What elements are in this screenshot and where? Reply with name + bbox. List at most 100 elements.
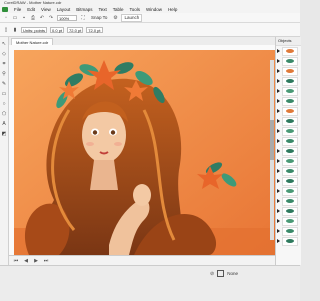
objects-list-item[interactable] — [276, 126, 301, 136]
redo-icon[interactable]: ↷ — [48, 15, 54, 21]
object-thumbnail — [282, 46, 298, 56]
expand-arrow-icon[interactable] — [277, 49, 280, 53]
undo-icon[interactable]: ↶ — [39, 15, 45, 21]
vertical-scrollbar[interactable] — [270, 60, 274, 240]
leaf-thumbnail-icon — [286, 158, 294, 163]
objects-list-item[interactable] — [276, 146, 301, 156]
expand-arrow-icon[interactable] — [277, 59, 280, 63]
leaf-thumbnail-icon — [286, 198, 294, 203]
freehand-tool-icon[interactable]: ✎ — [1, 81, 7, 87]
expand-arrow-icon[interactable] — [277, 219, 280, 223]
expand-arrow-icon[interactable] — [277, 139, 280, 143]
zoom-tool-icon[interactable]: ⚲ — [1, 71, 7, 77]
objects-list-item[interactable] — [276, 46, 301, 56]
objects-list-item[interactable] — [276, 176, 301, 186]
objects-list-item[interactable] — [276, 96, 301, 106]
menu-tools[interactable]: Tools — [130, 7, 141, 12]
leaf-thumbnail-icon — [286, 238, 294, 243]
zoom-level-field[interactable]: 100% — [57, 14, 77, 21]
menu-text[interactable]: Text — [99, 7, 107, 12]
menu-table[interactable]: Table — [113, 7, 124, 12]
objects-list-item[interactable] — [276, 196, 301, 206]
expand-arrow-icon[interactable] — [277, 69, 280, 73]
drawing-canvas[interactable] — [14, 50, 275, 255]
save-icon[interactable]: ▪ — [21, 15, 27, 21]
objects-list-item[interactable] — [276, 66, 301, 76]
next-page-icon[interactable]: ▶ — [33, 258, 39, 264]
launch-dropdown[interactable]: Launch — [121, 13, 143, 22]
expand-arrow-icon[interactable] — [277, 169, 280, 173]
object-thumbnail — [282, 66, 298, 76]
expand-arrow-icon[interactable] — [277, 189, 280, 193]
menu-bitmaps[interactable]: Bitmaps — [76, 7, 92, 12]
leaf-thumbnail-icon — [286, 118, 294, 123]
expand-arrow-icon[interactable] — [277, 79, 280, 83]
expand-arrow-icon[interactable] — [277, 129, 280, 133]
polygon-tool-icon[interactable]: ⬠ — [1, 111, 7, 117]
expand-arrow-icon[interactable] — [277, 109, 280, 113]
menu-help[interactable]: Help — [168, 7, 177, 12]
toolbox: ↖ ◇ ⌗ ⚲ ✎ ▭ ○ ⬠ A ◩ — [0, 37, 9, 290]
objects-list-item[interactable] — [276, 216, 301, 226]
pick-tool-icon[interactable]: ↖ — [1, 41, 7, 47]
prev-page-icon[interactable]: ◀ — [23, 258, 29, 264]
window-title: CorelDRAW - Mother Nature.cdr — [4, 0, 62, 5]
shape-tool-icon[interactable]: ◇ — [1, 51, 7, 57]
standard-toolbar: ▫ ▭ ▪ ⎙ ↶ ↷ 100% ⛶ Snap To ⚙ Launch — [0, 13, 300, 23]
objects-list-item[interactable] — [276, 106, 301, 116]
expand-arrow-icon[interactable] — [277, 99, 280, 103]
objects-list-item[interactable] — [276, 86, 301, 96]
ellipse-tool-icon[interactable]: ○ — [1, 101, 7, 107]
full-screen-icon[interactable]: ⛶ — [80, 15, 86, 21]
units-dropdown[interactable]: Units: points — [21, 26, 48, 33]
first-page-icon[interactable]: ⏮ — [13, 258, 19, 264]
leaf-thumbnail-icon — [286, 58, 294, 63]
artwork-illustration — [14, 50, 275, 255]
fill-tool-icon[interactable]: ◩ — [1, 131, 7, 137]
expand-arrow-icon[interactable] — [277, 119, 280, 123]
objects-list-item[interactable] — [276, 226, 301, 236]
objects-list-item[interactable] — [276, 116, 301, 126]
nudge-distance-field[interactable]: 72.0 pt — [67, 26, 84, 33]
expand-arrow-icon[interactable] — [277, 179, 280, 183]
scrollbar-thumb[interactable] — [270, 120, 274, 160]
object-thumbnail — [282, 126, 298, 136]
expand-arrow-icon[interactable] — [277, 229, 280, 233]
new-document-icon[interactable]: ▫ — [3, 15, 9, 21]
open-icon[interactable]: ▭ — [12, 15, 18, 21]
expand-arrow-icon[interactable] — [277, 199, 280, 203]
duplicate-distance-field[interactable]: 72.0 pt — [86, 26, 103, 33]
objects-list-item[interactable] — [276, 166, 301, 176]
rectangle-tool-icon[interactable]: ▭ — [1, 91, 7, 97]
menu-view[interactable]: View — [41, 7, 51, 12]
snap-to-dropdown[interactable]: Snap To — [89, 15, 109, 20]
text-tool-icon[interactable]: A — [1, 121, 7, 127]
menu-window[interactable]: Window — [146, 7, 162, 12]
menu-file[interactable]: File — [14, 7, 21, 12]
settings-icon[interactable]: ⚙ — [112, 15, 118, 21]
outline-width-field[interactable]: 0.0 pt — [50, 26, 65, 33]
expand-arrow-icon[interactable] — [277, 239, 280, 243]
menu-layout[interactable]: Layout — [57, 7, 71, 12]
objects-list-item[interactable] — [276, 186, 301, 196]
expand-arrow-icon[interactable] — [277, 89, 280, 93]
objects-list-item[interactable] — [276, 236, 301, 246]
object-thumbnail — [282, 146, 298, 156]
expand-arrow-icon[interactable] — [277, 209, 280, 213]
property-bar: ▯ ▮ Units: points 0.0 pt 72.0 pt 72.0 pt — [0, 23, 300, 37]
expand-arrow-icon[interactable] — [277, 149, 280, 153]
objects-list-item[interactable] — [276, 76, 301, 86]
expand-arrow-icon[interactable] — [277, 159, 280, 163]
objects-list-item[interactable] — [276, 56, 301, 66]
object-thumbnail — [282, 56, 298, 66]
portrait-icon[interactable]: ▮ — [12, 27, 18, 33]
last-page-icon[interactable]: ⏭ — [43, 258, 49, 264]
page-size-icon[interactable]: ▯ — [3, 27, 9, 33]
print-icon[interactable]: ⎙ — [30, 15, 36, 21]
objects-list-item[interactable] — [276, 156, 301, 166]
object-thumbnail — [282, 116, 298, 126]
objects-list-item[interactable] — [276, 206, 301, 216]
crop-tool-icon[interactable]: ⌗ — [1, 61, 7, 67]
menu-edit[interactable]: Edit — [27, 7, 35, 12]
objects-list-item[interactable] — [276, 136, 301, 146]
